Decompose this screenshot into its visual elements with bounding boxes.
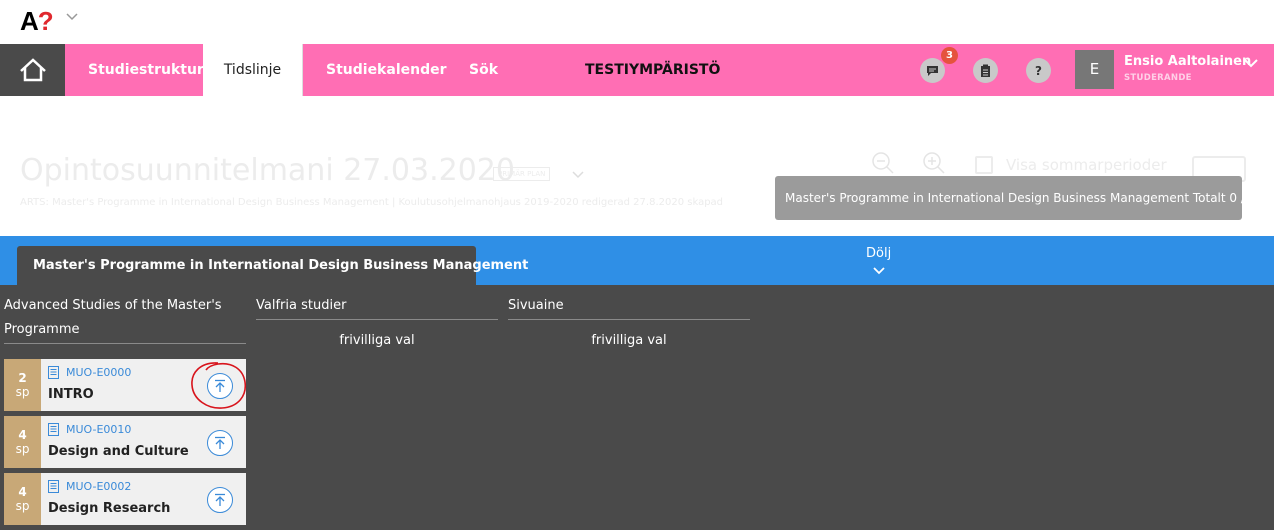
credit-unit: sp bbox=[15, 499, 30, 513]
empty-column-text: frivilliga val bbox=[591, 333, 667, 348]
move-to-top-button[interactable] bbox=[207, 487, 233, 513]
course-card[interactable]: 4 sp MUO-E0002 Design Research bbox=[4, 473, 246, 525]
credit-unit: sp bbox=[15, 442, 30, 456]
credit-box: 4 sp bbox=[4, 473, 41, 525]
annotation-circle bbox=[191, 362, 247, 409]
credit-value: 4 bbox=[18, 485, 27, 499]
course-code[interactable]: MUO-E0002 bbox=[66, 480, 131, 493]
chat-icon bbox=[927, 65, 938, 76]
column-title-line: Programme bbox=[4, 322, 80, 337]
summer-periods-checkbox[interactable] bbox=[975, 156, 993, 174]
arrow-up-icon bbox=[215, 436, 225, 449]
plan-subtitle: ARTS: Master's Programme in Internationa… bbox=[20, 197, 724, 208]
avatar[interactable]: E bbox=[1075, 50, 1114, 89]
clipboard-icon bbox=[981, 64, 990, 77]
arrow-up-icon bbox=[215, 493, 225, 506]
course-code[interactable]: MUO-E0000 bbox=[66, 366, 131, 379]
credit-box: 2 sp bbox=[4, 359, 41, 411]
credits-tooltip: Master's Programme in International Desi… bbox=[775, 176, 1274, 220]
course-name: INTRO bbox=[48, 387, 94, 402]
document-icon bbox=[48, 366, 59, 379]
hide-toggle-label[interactable]: Dölj bbox=[866, 246, 891, 261]
plan-title: Opintosuunnitelmani 27.03.2020 bbox=[20, 153, 515, 188]
chevron-down-icon[interactable] bbox=[572, 170, 584, 179]
main-nav: Studiestruktur Tidslinje Studiekalender … bbox=[0, 44, 1274, 96]
chevron-down-icon[interactable] bbox=[66, 11, 78, 21]
zoom-out-icon[interactable] bbox=[871, 151, 895, 175]
user-name[interactable]: Ensio Aaltolainen bbox=[1124, 54, 1251, 69]
column-title-line: Advanced Studies of the Master's bbox=[4, 298, 222, 313]
notes-button[interactable] bbox=[973, 58, 998, 83]
empty-column-text: frivilliga val bbox=[339, 333, 415, 348]
environment-label: TESTIYMPÄRISTÖ bbox=[585, 62, 721, 78]
credit-box: 4 sp bbox=[4, 416, 41, 468]
chevron-down-icon[interactable] bbox=[873, 266, 885, 275]
course-name: Design and Culture bbox=[48, 444, 189, 459]
top-bar: A? bbox=[0, 0, 1274, 44]
column-header-valfria: Valfria studier bbox=[256, 294, 498, 320]
column-header-advanced: Advanced Studies of the Master's Program… bbox=[4, 294, 246, 344]
user-role: STUDERANDE bbox=[1124, 73, 1192, 83]
primary-plan-badge: PRIMÄR PLAN bbox=[493, 167, 551, 181]
aalto-logo[interactable]: A? bbox=[20, 6, 54, 37]
credit-value: 4 bbox=[18, 428, 27, 442]
nav-sok[interactable]: Sök bbox=[469, 44, 498, 96]
degree-tab[interactable]: Master's Programme in International Desi… bbox=[17, 246, 528, 285]
course-code[interactable]: MUO-E0010 bbox=[66, 423, 131, 436]
nav-studiestruktur[interactable]: Studiestruktur bbox=[88, 44, 204, 96]
home-icon bbox=[19, 58, 46, 82]
move-to-top-button[interactable] bbox=[207, 430, 233, 456]
degree-band: Master's Programme in International Desi… bbox=[0, 236, 1274, 285]
column-header-sivuaine: Sivuaine bbox=[508, 294, 750, 320]
nav-studiekalender[interactable]: Studiekalender bbox=[326, 44, 447, 96]
course-card[interactable]: 4 sp MUO-E0010 Design and Culture bbox=[4, 416, 246, 468]
document-icon bbox=[48, 423, 59, 436]
credit-unit: sp bbox=[15, 385, 30, 399]
message-count-badge: 3 bbox=[941, 47, 958, 64]
credit-value: 2 bbox=[18, 371, 27, 385]
zoom-in-icon[interactable] bbox=[922, 151, 946, 175]
help-button[interactable]: ? bbox=[1026, 58, 1051, 83]
course-name: Design Research bbox=[48, 501, 171, 516]
question-icon: ? bbox=[1035, 63, 1042, 78]
chevron-down-icon[interactable] bbox=[1244, 58, 1258, 68]
home-button[interactable] bbox=[0, 44, 65, 96]
nav-tidslinje[interactable]: Tidslinje bbox=[203, 44, 303, 96]
summer-periods-label: Visa sommarperioder bbox=[1006, 156, 1167, 174]
document-icon bbox=[48, 480, 59, 493]
messages-button[interactable] bbox=[920, 58, 945, 83]
